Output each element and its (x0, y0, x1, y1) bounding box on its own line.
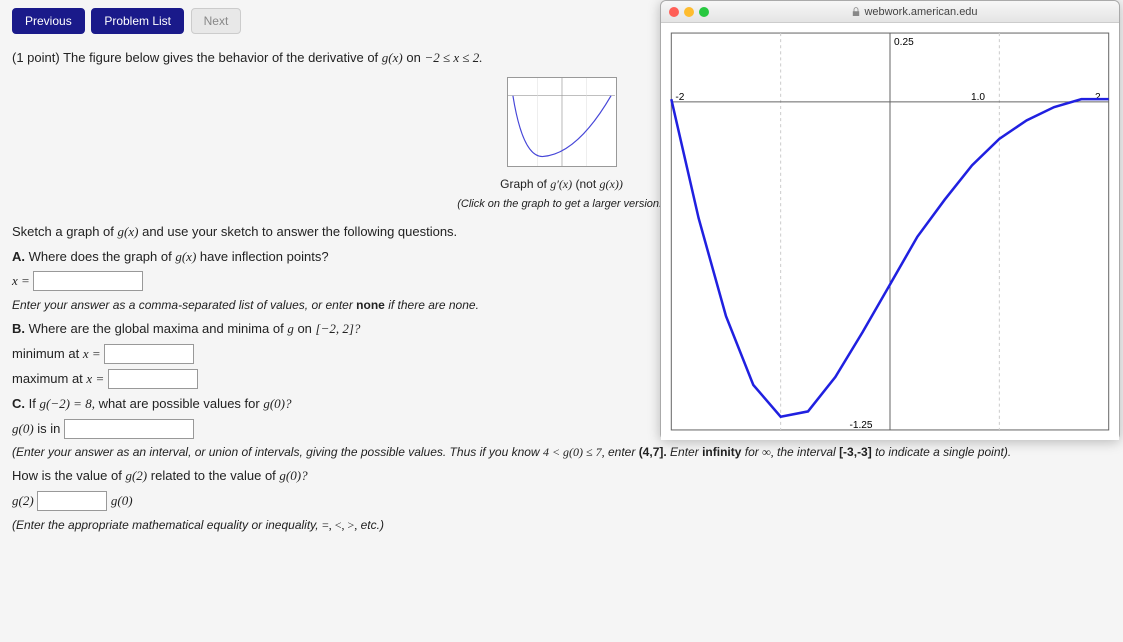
maximum-input[interactable] (108, 369, 198, 389)
ah-none: none (356, 298, 385, 312)
minimize-icon[interactable] (684, 7, 694, 17)
d2: related to the value of (151, 468, 276, 483)
sketch2: and use your sketch to answer the follow… (142, 224, 457, 239)
url-text: webwork.american.edu (864, 6, 977, 18)
ah1: Enter your answer as a comma-separated l… (12, 298, 353, 312)
a-text2: have inflection points? (200, 249, 329, 264)
y-bottom-label: -1.25 (850, 420, 873, 431)
relation-input[interactable] (37, 491, 107, 511)
b-text: Where are the global maxima and minima o… (29, 321, 284, 336)
ch1: (Enter your answer as an interval, or un… (12, 445, 540, 459)
dh1: (Enter the appropriate mathematical equa… (12, 518, 319, 532)
cap1d: g(x)) (600, 177, 623, 191)
b-int: [−2, 2]? (316, 321, 361, 336)
dh2: etc.) (361, 518, 384, 532)
ch-int: (4,7]. (639, 445, 667, 459)
ch3: Enter (670, 445, 699, 459)
close-icon[interactable] (669, 7, 679, 17)
graph-area: 0.25 -2 1.0 2 -1.25 (661, 23, 1119, 440)
problem-list-button[interactable]: Problem List (91, 8, 184, 34)
ch-single: [-3,-3] (839, 445, 872, 459)
d-g0-2: g(0) (111, 493, 133, 508)
intro-on: on (406, 50, 420, 65)
large-graph-svg[interactable]: 0.25 -2 1.0 2 -1.25 (667, 29, 1113, 434)
ch-inf: infinity (702, 445, 741, 459)
gx2: g(x) (118, 224, 139, 239)
y-top-label: 0.25 (894, 37, 914, 48)
min-label: minimum at (12, 346, 79, 361)
cap1c: (not (575, 177, 596, 191)
d-g2-2: g(2) (12, 493, 34, 508)
small-graph-svg (508, 78, 616, 166)
c-cond: g(−2) = 8, (39, 396, 94, 411)
b-g: g (287, 321, 294, 336)
ch5: the interval (777, 445, 836, 459)
d1: How is the value of (12, 468, 122, 483)
g0-input[interactable] (64, 419, 194, 439)
x-left-label: -2 (675, 92, 684, 103)
isin: is in (37, 421, 60, 436)
d-hint: (Enter the appropriate mathematical equa… (12, 516, 1111, 535)
ch-infsym: ∞, (762, 445, 774, 459)
d-input-row: g(2) g(0) (12, 491, 1111, 512)
gx-math: g(x) (382, 50, 403, 65)
ch6: to indicate a single point). (875, 445, 1011, 459)
popup-titlebar[interactable]: webwork.american.edu (661, 1, 1119, 23)
x-right-label: 2 (1095, 92, 1101, 103)
origin-label: 1.0 (971, 92, 985, 103)
question-d: How is the value of g(2) related to the … (12, 466, 1111, 487)
max-xeq: x = (86, 371, 104, 386)
ch-cond: 4 < g(0) ≤ 7, (543, 445, 605, 459)
window-controls[interactable] (669, 7, 709, 17)
c-g0: g(0)? (263, 396, 291, 411)
dh-ops: =, <, >, (322, 518, 357, 532)
minimum-input[interactable] (104, 344, 194, 364)
b-on: on (297, 321, 311, 336)
ch2: enter (608, 445, 635, 459)
c-label: C. (12, 396, 25, 411)
min-xeq: x = (83, 346, 101, 361)
intro-text: The figure below gives the behavior of t… (63, 50, 378, 65)
g0-lbl: g(0) (12, 421, 34, 436)
c-t2: what are possible values for (99, 396, 260, 411)
a-text: Where does the graph of (29, 249, 172, 264)
small-graph[interactable] (507, 77, 617, 167)
points-label: (1 point) (12, 50, 60, 65)
maximize-icon[interactable] (699, 7, 709, 17)
cap1a: Graph of (500, 177, 547, 191)
sketch1: Sketch a graph of (12, 224, 114, 239)
d-g2: g(2) (125, 468, 147, 483)
popup-url: webwork.american.edu (719, 6, 1111, 18)
ch4: for (745, 445, 759, 459)
graph-popup-window: webwork.american.edu 0.25 -2 1.0 2 -1.25 (660, 0, 1120, 440)
c-hint: (Enter your answer as an interval, or un… (12, 443, 1111, 462)
ah2: if there are none. (388, 298, 479, 312)
next-button: Next (191, 8, 242, 34)
d-g0: g(0)? (279, 468, 307, 483)
inflection-input[interactable] (33, 271, 143, 291)
x-eq-label: x = (12, 273, 30, 288)
interval-math: −2 ≤ x ≤ 2. (424, 50, 482, 65)
previous-button[interactable]: Previous (12, 8, 85, 34)
a-gx: g(x) (175, 249, 196, 264)
c-if: If (29, 396, 36, 411)
a-label: A. (12, 249, 25, 264)
max-label: maximum at (12, 371, 83, 386)
cap1b: g′(x) (550, 177, 572, 191)
b-label: B. (12, 321, 25, 336)
lock-icon (852, 7, 860, 17)
